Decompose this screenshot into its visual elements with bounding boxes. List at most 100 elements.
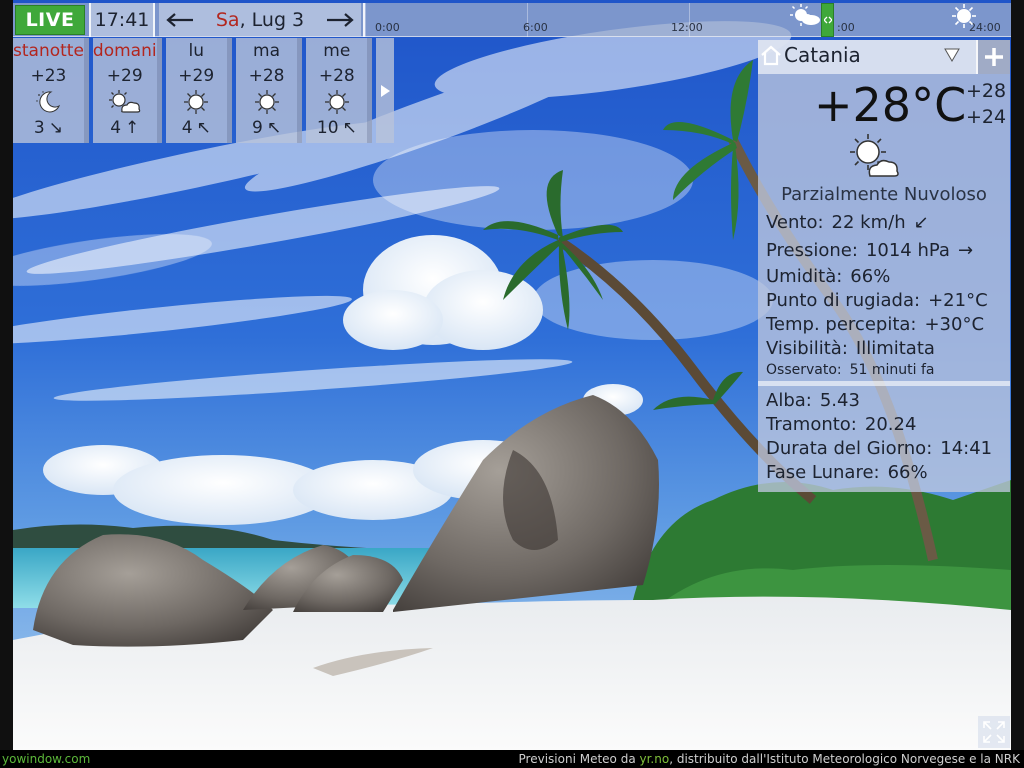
sun-cloud-icon [108,90,140,113]
feels-like-value: +30°C [924,314,985,335]
pressure-row: Pressione: 1014 hPa → [766,240,973,261]
dewpoint-value: +21°C [928,290,988,311]
temp-high: +28 [966,80,1007,102]
visibility-value: Illimitata [855,338,935,359]
arrow-left-icon [166,13,193,27]
forecast-day-name: me [323,41,351,61]
wind-label: Vento: [766,212,824,233]
app-window: LIVE 17:41 Sa, Lug 3 0:00 6:00 12:00 :00… [0,0,1024,768]
timeline-sun-cloud-icon [790,4,820,26]
moon-icon [36,91,61,113]
location-bar[interactable]: Catania [758,40,1010,74]
feels-like-row: Temp. percepita: +30°C [766,314,984,335]
timeline-sun-icon [952,4,976,28]
forecast-wind-speed: 4 [110,118,122,138]
sunrise-label: Alba: [766,390,812,411]
wind-direction-icon: ↖ [342,118,357,138]
moon-phase-label: Fase Lunare: [766,462,880,483]
add-location-button[interactable] [976,40,1010,74]
forecast-day[interactable]: me +28 10 ↖ [306,38,373,143]
play-right-icon [381,84,391,97]
forecast-wind-speed: 10 [316,118,339,138]
daylength-label: Durata del Giorno: [766,438,933,459]
sunset-row: Tramonto: 20.24 [766,414,916,435]
yr-no-link[interactable]: yr.no [640,752,670,766]
date-day-month: , Lug 3 [239,9,305,31]
humidity-value: 66% [850,266,891,287]
forecast-day-name: domani [92,41,157,61]
chevron-down-icon[interactable] [944,48,960,62]
timeline-label-0: 0:00 [375,21,400,34]
pressure-value: 1014 hPa [865,240,950,261]
prev-day-button[interactable] [163,5,197,35]
daylength-value: 14:41 [940,438,993,459]
sunrise-value: 5.43 [819,390,860,411]
partly-cloudy-icon [850,134,899,177]
forecast-day-name: ma [253,41,281,61]
more-days-button[interactable] [376,38,394,143]
current-temperature: +28°C [814,78,967,132]
current-conditions-panel: Catania +28°C +28 +24 Parzialmente Nuvol… [758,40,1010,492]
next-day-button[interactable] [323,5,357,35]
footer: yowindow.com Previsioni Meteo da yr.no, … [0,750,1024,768]
forecast-day-name: stanotte [13,41,84,61]
forecast-temp: +23 [30,66,67,86]
plus-icon [985,48,1003,66]
forecast-day[interactable]: ma +28 9 ↖ [235,38,303,143]
temp-low: +24 [966,106,1007,128]
forecast-wind-speed: 9 [251,118,263,138]
sunset-value: 20.24 [864,414,917,435]
dewpoint-row: Punto di rugiada: +21°C [766,290,988,311]
forecast-strip: stanotte +23 3 ↘ domani +29 4 ↑ lu +29 4… [13,38,394,143]
visibility-row: Visibilità: Illimitata [766,338,935,359]
credits-prefix: Previsioni Meteo da [518,752,640,766]
wind-row: Vento: 22 km/h ↙ [766,212,929,233]
daylength-row: Durata del Giorno: 14:41 [766,438,992,459]
credits-text: Previsioni Meteo da yr.no, distribuito d… [519,752,1020,766]
forecast-temp: +29 [106,66,143,86]
site-link[interactable]: yowindow.com [2,752,90,766]
observed-label: Osservato: [766,362,842,378]
fullscreen-icon [983,721,1005,743]
forecast-day[interactable]: stanotte +23 3 ↘ [13,38,89,143]
timeline-handle[interactable] [821,3,834,37]
timeline-label-6: 6:00 [523,21,548,34]
forecast-temp: +28 [318,66,355,86]
sun-icon [324,90,349,114]
forecast-day[interactable]: lu +29 4 ↖ [165,38,232,143]
arrow-right-icon [327,13,354,27]
wind-value: 22 km/h [831,212,906,233]
location-name[interactable]: Catania [784,43,861,67]
drag-handle-icon [823,16,832,24]
forecast-wind-speed: 4 [181,118,193,138]
observed-value: 51 minuti fa [849,362,935,378]
divider [758,381,1010,386]
forecast-day[interactable]: domani +29 4 ↑ [92,38,162,143]
humidity-label: Umidità: [766,266,843,287]
home-icon[interactable] [760,44,782,66]
wind-direction-icon: ↘ [48,118,63,138]
pressure-trend-icon: → [957,240,974,261]
feels-like-label: Temp. percepita: [766,314,917,335]
fullscreen-button[interactable] [978,716,1010,748]
sunset-label: Tramonto: [766,414,857,435]
timeline-tick [365,3,366,37]
forecast-wind-speed: 3 [33,118,45,138]
wind-direction-icon: ↙ [913,212,929,233]
dewpoint-label: Punto di rugiada: [766,290,921,311]
sunrise-row: Alba: 5.43 [766,390,860,411]
pressure-label: Pressione: [766,240,858,261]
timeline-label-18-partial: :00 [837,21,855,34]
forecast-temp: +28 [248,66,285,86]
timeline-slider[interactable]: 0:00 6:00 12:00 :00 24:00 [363,3,1011,37]
current-time: 17:41 [89,3,155,37]
humidity-row: Umidità: 66% [766,266,890,287]
date-weekday: Sa [215,9,240,31]
date-navigator: Sa, Lug 3 [159,3,361,37]
current-date[interactable]: Sa, Lug 3 [216,9,304,31]
sun-icon [254,90,279,114]
live-button[interactable]: LIVE [15,5,85,35]
observed-row: Osservato: 51 minuti fa [766,362,935,378]
moon-phase-value: 66% [887,462,928,483]
forecast-day-name: lu [188,41,204,61]
